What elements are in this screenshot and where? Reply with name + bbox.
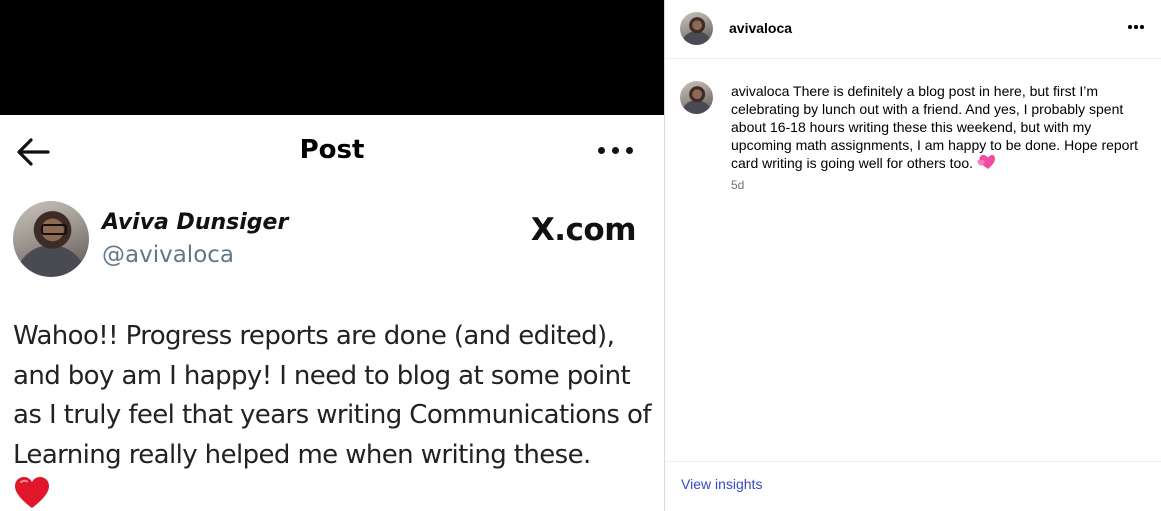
more-options-icon[interactable] bbox=[1128, 25, 1144, 29]
post-footer: View insights bbox=[665, 461, 1161, 511]
caption-username-link[interactable]: avivaloca bbox=[731, 83, 789, 99]
post-media-image[interactable]: Post Aviva Dunsiger @avivaloca X.com Wah… bbox=[0, 0, 664, 511]
view-insights-link[interactable]: View insights bbox=[681, 476, 762, 492]
author-avatar[interactable] bbox=[680, 12, 713, 45]
post-side-panel: avivaloca avivaloca There is definitely … bbox=[665, 0, 1161, 511]
caption-text: There is definitely a blog post in here,… bbox=[731, 83, 1139, 171]
x-author-name: Aviva Dunsiger bbox=[102, 210, 289, 235]
x-brand-logo: X.com bbox=[530, 212, 637, 248]
post-header: avivaloca bbox=[665, 0, 1161, 59]
caption-avatar[interactable] bbox=[680, 81, 713, 114]
post-timestamp[interactable]: 5d bbox=[731, 178, 744, 192]
x-more-icon bbox=[598, 147, 634, 157]
caption-text-block: avivaloca There is definitely a blog pos… bbox=[731, 82, 1151, 172]
media-black-band bbox=[0, 0, 664, 115]
author-username-link[interactable]: avivaloca bbox=[729, 20, 792, 36]
x-post-title: Post bbox=[299, 135, 365, 165]
x-post-screenshot: Post Aviva Dunsiger @avivaloca X.com Wah… bbox=[0, 115, 664, 511]
x-post-body: Wahoo!! Progress reports are done (and e… bbox=[13, 321, 651, 470]
red-heart-icon bbox=[15, 477, 49, 508]
x-author-avatar bbox=[13, 201, 89, 277]
two-hearts-icon bbox=[977, 155, 995, 169]
x-author-handle: @avivaloca bbox=[102, 242, 235, 268]
